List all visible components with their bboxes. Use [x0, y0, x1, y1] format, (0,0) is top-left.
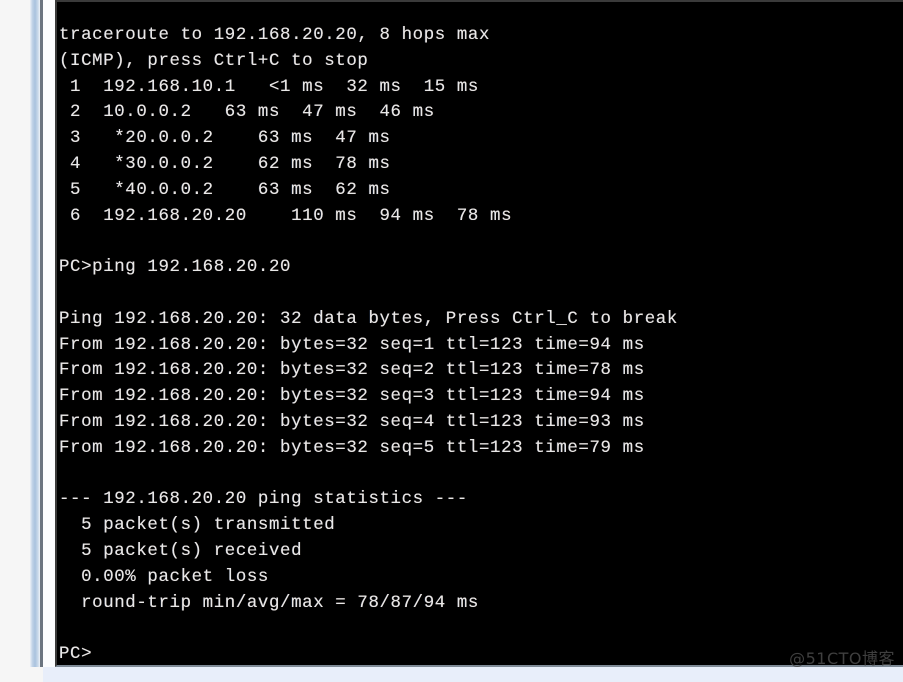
terminal-line: (ICMP), press Ctrl+C to stop [59, 50, 369, 71]
terminal-line: 6 192.168.20.20 110 ms 94 ms 78 ms [59, 205, 513, 226]
terminal-line: round-trip min/avg/max = 78/87/94 ms [59, 592, 479, 613]
terminal-line: 2 10.0.0.2 63 ms 47 ms 46 ms [59, 102, 435, 123]
terminal-line: PC>ping 192.168.20.20 [59, 257, 292, 278]
terminal-console[interactable]: traceroute to 192.168.20.20, 8 hops max (… [55, 0, 903, 667]
terminal-line: From 192.168.20.20: bytes=32 seq=3 ttl=1… [59, 386, 645, 407]
terminal-line: 5 packet(s) received [59, 540, 303, 561]
terminal-line: From 192.168.20.20: bytes=32 seq=1 ttl=1… [59, 334, 645, 355]
left-gutter [0, 0, 30, 682]
terminal-line: From 192.168.20.20: bytes=32 seq=5 ttl=1… [59, 437, 645, 458]
terminal-line: --- 192.168.20.20 ping statistics --- [59, 489, 468, 510]
terminal-line: 5 *40.0.0.2 63 ms 62 ms [59, 179, 391, 200]
screenshot-root: traceroute to 192.168.20.20, 8 hops max (… [0, 0, 903, 682]
bottom-status-strip [43, 667, 903, 682]
terminal-line: 1 192.168.10.1 <1 ms 32 ms 15 ms [59, 76, 479, 97]
terminal-line: 4 *30.0.0.2 62 ms 78 ms [59, 153, 391, 174]
terminal-line: 0.00% packet loss [59, 566, 269, 587]
terminal-line: From 192.168.20.20: bytes=32 seq=4 ttl=1… [59, 411, 645, 432]
bottom-left-fill [0, 667, 43, 682]
panel-gap [43, 0, 55, 682]
terminal-line: 5 packet(s) transmitted [59, 515, 336, 536]
terminal-line: traceroute to 192.168.20.20, 8 hops max [59, 25, 491, 45]
terminal-line: PC> [59, 644, 93, 665]
terminal-line: Ping 192.168.20.20: 32 data bytes, Press… [59, 308, 678, 329]
terminal-line: From 192.168.20.20: bytes=32 seq=2 ttl=1… [59, 360, 645, 381]
terminal-line: 3 *20.0.0.2 63 ms 47 ms [59, 128, 391, 149]
vertical-scrollbar[interactable] [30, 0, 40, 682]
terminal-output: traceroute to 192.168.20.20, 8 hops max (… [59, 23, 903, 665]
